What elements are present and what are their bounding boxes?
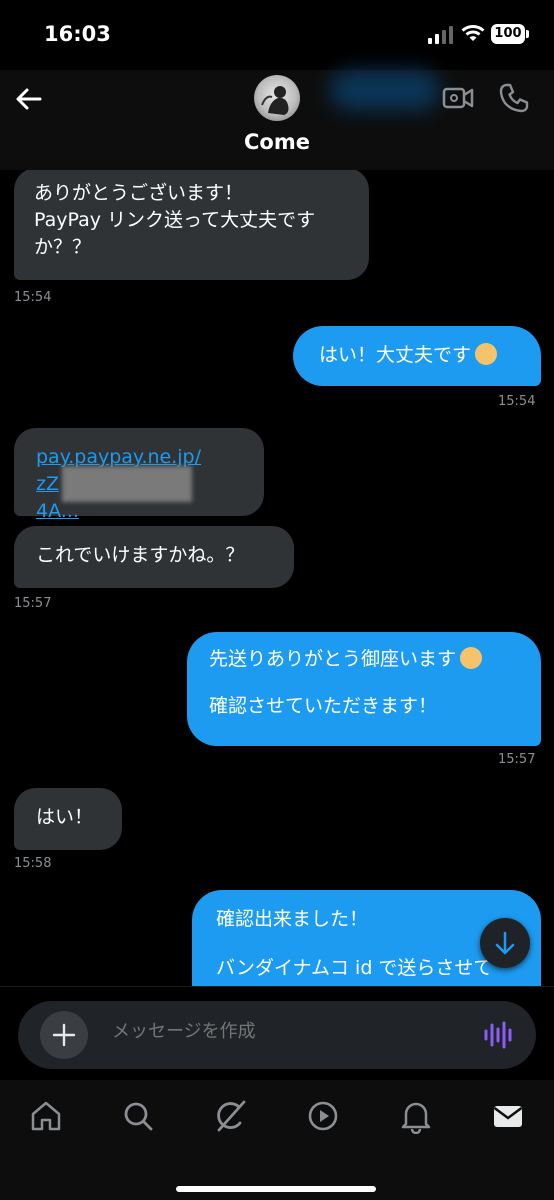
video-call-icon[interactable] xyxy=(442,84,474,112)
phone-call-icon[interactable] xyxy=(498,82,530,114)
battery-cap xyxy=(526,30,529,38)
message-text: 先送りありがとう御座います xyxy=(209,648,457,670)
incoming-message[interactable]: これでいけますかね。？ xyxy=(14,526,294,588)
emoji-icon xyxy=(460,647,483,669)
grok-icon[interactable] xyxy=(213,1098,249,1134)
notifications-icon[interactable] xyxy=(398,1098,434,1134)
arrow-down-icon xyxy=(495,931,515,955)
link-end: 4A... xyxy=(36,500,79,522)
voice-message-icon[interactable] xyxy=(482,1019,514,1051)
message-timestamp: 15:57 xyxy=(14,596,52,611)
message-timestamp: 15:57 xyxy=(498,752,536,767)
message-text-line2: バンダイナムコ id で送らさせて xyxy=(216,957,493,979)
status-bar: 16:03 100 xyxy=(0,0,554,70)
blurred-region xyxy=(330,70,440,110)
outgoing-message[interactable]: 先送りありがとう御座います 確認させていただきます！ xyxy=(187,632,541,746)
conversation-header: Come xyxy=(0,70,554,170)
message-text: はい！大丈夫です xyxy=(319,344,472,366)
outgoing-message[interactable]: はい！大丈夫です xyxy=(293,326,541,386)
avatar-silhouette-icon xyxy=(261,86,289,115)
incoming-message[interactable]: はい！ xyxy=(14,788,122,850)
messages-icon[interactable] xyxy=(490,1098,526,1134)
add-attachment-button[interactable] xyxy=(40,1011,88,1059)
status-time: 16:03 xyxy=(44,22,111,46)
emoji-icon xyxy=(475,343,498,365)
cellular-signal-icon xyxy=(428,26,454,44)
composer-area xyxy=(0,986,554,1081)
message-text: ありがとうございます！ PayPay リンク送って大丈夫です か？？ xyxy=(34,182,316,258)
message-timestamp: 15:58 xyxy=(14,856,52,871)
redacted-region xyxy=(62,466,192,502)
message-timestamp: 15:54 xyxy=(14,290,52,305)
message-text: これでいけますかね。？ xyxy=(36,544,245,566)
incoming-message[interactable]: ありがとうございます！ PayPay リンク送って大丈夫です か？？ xyxy=(14,170,369,280)
message-text-line2: 確認させていただきます！ xyxy=(209,695,438,717)
media-icon[interactable] xyxy=(305,1098,341,1134)
bottom-navigation xyxy=(0,1080,554,1200)
message-timestamp: 15:54 xyxy=(498,394,536,409)
back-arrow-icon[interactable] xyxy=(14,84,44,114)
message-list[interactable]: ありがとうございます！ PayPay リンク送って大丈夫です か？？ 15:54… xyxy=(0,170,554,986)
link-message[interactable]: pay.paypay.ne.jp/ zZ4A... xyxy=(14,428,264,522)
home-icon[interactable] xyxy=(28,1098,64,1134)
search-icon[interactable] xyxy=(120,1098,156,1134)
battery-indicator: 100 xyxy=(491,24,525,44)
scroll-to-bottom-button[interactable] xyxy=(480,918,530,968)
link-start: zZ xyxy=(36,473,59,495)
contact-name[interactable]: Come xyxy=(0,130,554,154)
wifi-icon xyxy=(461,25,485,41)
message-text: はい！ xyxy=(36,806,94,828)
message-composer xyxy=(18,1001,536,1069)
message-input[interactable] xyxy=(112,1021,452,1042)
contact-avatar[interactable] xyxy=(254,75,300,121)
message-text: 確認出来ました！ xyxy=(216,908,369,930)
home-indicator xyxy=(176,1186,376,1192)
plus-icon xyxy=(52,1023,76,1047)
